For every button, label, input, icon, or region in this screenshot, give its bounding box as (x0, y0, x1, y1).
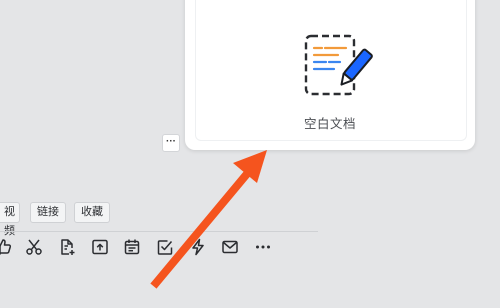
tag-favorite-button[interactable]: 收藏 (74, 202, 110, 223)
document-add-icon[interactable] (58, 238, 76, 256)
lightning-icon[interactable] (189, 238, 207, 256)
checkbox-icon[interactable] (156, 238, 174, 256)
calendar-icon[interactable] (123, 238, 141, 256)
more-options-button[interactable]: ··· (162, 134, 180, 152)
tag-video-button[interactable]: 视频 (0, 202, 20, 237)
scissors-icon[interactable] (25, 238, 43, 256)
blank-document-pen-icon[interactable] (304, 34, 376, 98)
tag-link-button[interactable]: 链接 (30, 202, 66, 223)
thumbs-up-icon[interactable] (0, 238, 12, 256)
mail-icon[interactable] (221, 238, 239, 256)
blank-document-label: 空白文档 (303, 117, 356, 131)
upload-icon[interactable] (91, 238, 109, 256)
more-horizontal-icon[interactable] (254, 238, 272, 256)
toolbar-divider (0, 231, 318, 232)
